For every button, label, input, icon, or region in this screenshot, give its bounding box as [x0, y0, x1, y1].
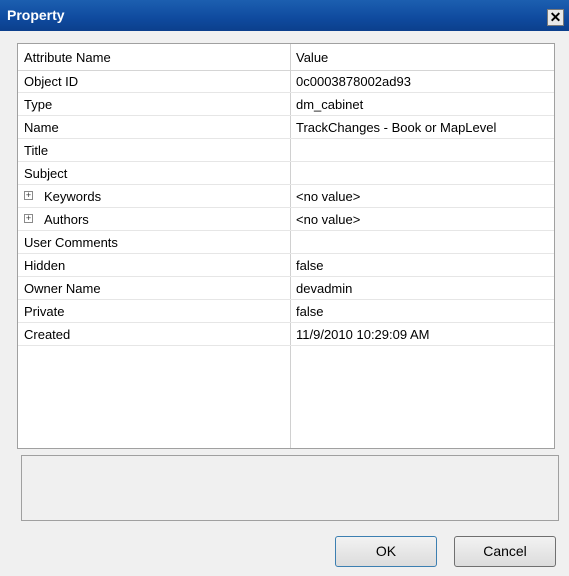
value-cell[interactable]: <no value>	[296, 212, 360, 227]
value-cell[interactable]: false	[296, 258, 323, 273]
attribute-name-cell: Owner Name	[24, 281, 101, 296]
attribute-name-cell: Object ID	[24, 74, 79, 89]
header-attribute-name[interactable]: Attribute Name	[24, 50, 111, 65]
value-cell[interactable]: dm_cabinet	[296, 97, 363, 112]
value-cell[interactable]: 0c0003878002ad93	[296, 74, 411, 89]
table-row[interactable]: + Keywords <no value>	[18, 185, 554, 208]
table-row[interactable]: Owner Name devadmin	[18, 277, 554, 300]
ok-button[interactable]: OK	[335, 536, 437, 567]
attribute-name-cell: Created	[24, 327, 71, 342]
attribute-name-cell: Title	[24, 143, 49, 158]
table-row[interactable]: Hidden false	[18, 254, 554, 277]
table-row[interactable]: Title	[18, 139, 554, 162]
description-panel	[21, 455, 559, 521]
table-row[interactable]: Subject	[18, 162, 554, 185]
value-cell[interactable]: devadmin	[296, 281, 352, 296]
value-cell[interactable]: 11/9/2010 10:29:09 AM	[296, 327, 429, 342]
cancel-button[interactable]: Cancel	[454, 536, 556, 567]
attribute-name-cell: Private	[24, 304, 65, 319]
window-title: Property	[7, 7, 65, 23]
close-icon: ✕	[549, 9, 562, 25]
title-bar[interactable]: Property ✕	[0, 0, 569, 31]
expand-icon[interactable]: +	[24, 191, 33, 200]
table-row[interactable]: Name TrackChanges - Book or MapLevel	[18, 116, 554, 139]
table-row[interactable]: Object ID 0c0003878002ad93	[18, 70, 554, 93]
property-dialog: Property ✕ Attribute Name Value Object I…	[0, 0, 569, 576]
attribute-name-cell: Keywords	[44, 189, 102, 204]
table-row[interactable]: Created 11/9/2010 10:29:09 AM	[18, 323, 554, 346]
value-cell[interactable]: TrackChanges - Book or MapLevel	[296, 120, 496, 135]
attribute-name-cell: Type	[24, 97, 53, 112]
attribute-name-cell: Authors	[44, 212, 89, 227]
grid-header: Attribute Name Value	[18, 44, 554, 71]
close-button[interactable]: ✕	[547, 9, 564, 26]
table-row[interactable]: + Authors <no value>	[18, 208, 554, 231]
table-row[interactable]: Private false	[18, 300, 554, 323]
header-value[interactable]: Value	[296, 50, 328, 65]
property-grid[interactable]: Attribute Name Value Object ID 0c00038780…	[17, 43, 555, 449]
value-cell[interactable]: <no value>	[296, 189, 360, 204]
attribute-name-cell: Subject	[24, 166, 68, 181]
attribute-name-cell: User Comments	[24, 235, 118, 250]
attribute-name-cell: Name	[24, 120, 59, 135]
table-row[interactable]: Type dm_cabinet	[18, 93, 554, 116]
value-cell[interactable]: false	[296, 304, 323, 319]
expand-icon[interactable]: +	[24, 214, 33, 223]
table-row[interactable]: User Comments	[18, 231, 554, 254]
attribute-name-cell: Hidden	[24, 258, 66, 273]
